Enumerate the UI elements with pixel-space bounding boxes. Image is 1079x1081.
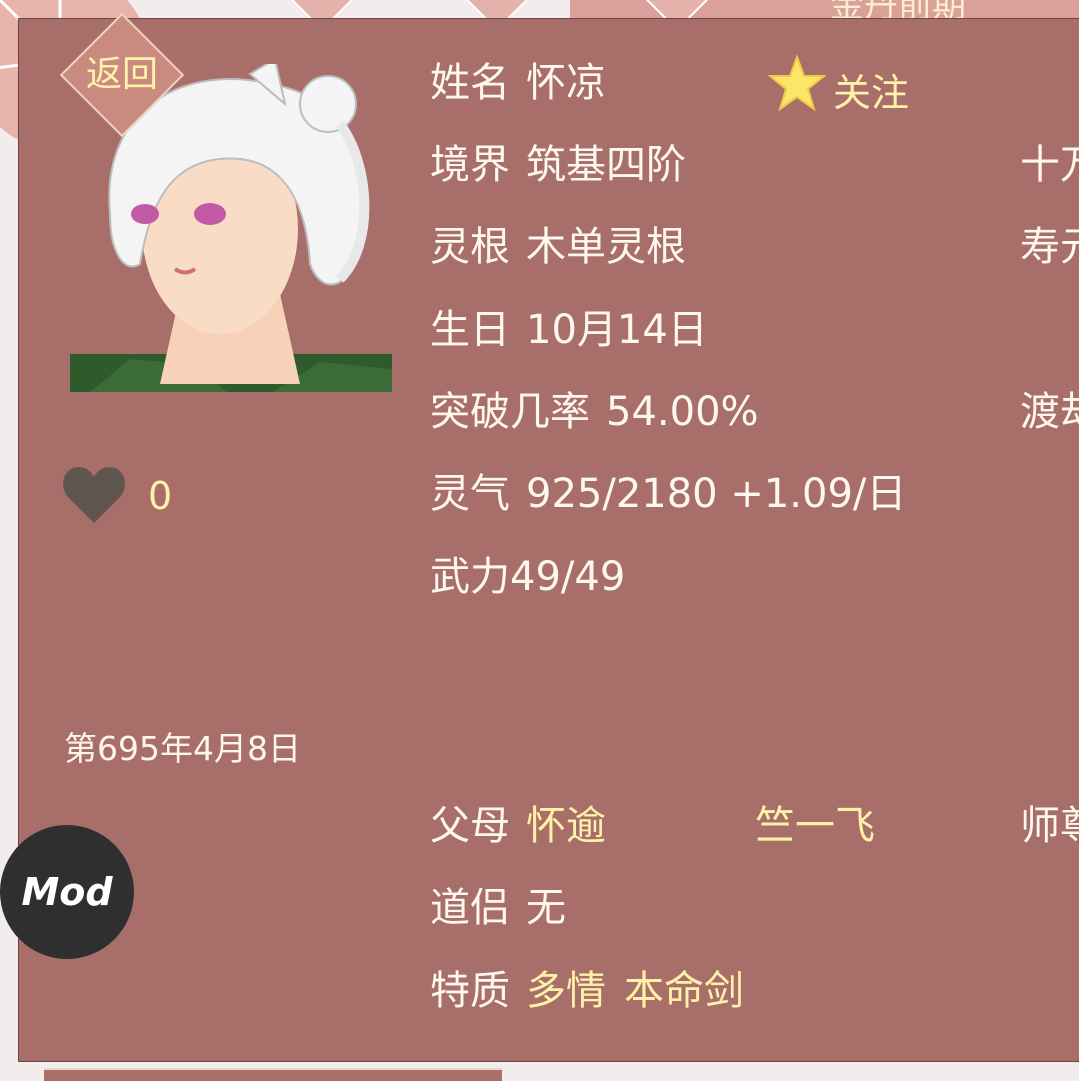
likes-count: 0: [148, 474, 173, 518]
qi-label: 灵气: [430, 471, 510, 517]
parent-link[interactable]: 竺一飞: [755, 802, 875, 850]
parents-label: 父母: [430, 803, 510, 849]
realm-value: 筑基四阶: [526, 142, 686, 188]
top-banner: [570, 0, 1079, 18]
force-row: 武力49/49: [430, 553, 625, 601]
partner-row: 道侣无: [430, 884, 566, 932]
right-col-label: 渡劫: [1020, 389, 1079, 435]
back-button[interactable]: 返回: [59, 12, 185, 138]
name-row: 姓名 怀凉: [430, 59, 606, 107]
birthday-row: 生日 10月14日: [430, 306, 708, 354]
root-label: 灵根: [430, 224, 510, 270]
parents-row: 父母 怀逾: [430, 802, 606, 850]
bottom-panel-edge: [44, 1068, 502, 1081]
heart-icon[interactable]: [62, 465, 126, 525]
traits-label: 特质: [430, 968, 510, 1014]
qi-row: 灵气 925/2180 +1.09/日: [430, 470, 906, 518]
follow-button[interactable]: 关注: [833, 62, 909, 117]
birthday-value: 10月14日: [526, 307, 708, 353]
breakthrough-label: 突破几率: [430, 389, 590, 435]
root-value: 木单灵根: [526, 224, 686, 270]
name-label: 姓名: [430, 60, 510, 106]
breakthrough-row: 突破几率 54.00%: [430, 388, 759, 436]
realm-row: 境界 筑基四阶: [430, 141, 686, 189]
back-button-label: 返回: [85, 54, 158, 95]
partner-label: 道侣: [430, 885, 510, 931]
right-col-label: 师尊: [1020, 803, 1079, 849]
partner-value: 无: [526, 885, 566, 931]
trait-link[interactable]: 多情: [526, 968, 606, 1014]
game-date: 第695年4月8日: [64, 729, 301, 768]
realm-label: 境界: [430, 142, 510, 188]
name-value: 怀凉: [526, 60, 606, 106]
birthday-label: 生日: [430, 307, 510, 353]
traits-row: 特质 多情 本命剑: [430, 967, 744, 1015]
qi-value: 925/2180 +1.09/日: [526, 471, 907, 517]
root-row: 灵根 木单灵根: [430, 223, 686, 271]
star-icon[interactable]: [768, 55, 826, 113]
parent-link[interactable]: 怀逾: [526, 803, 606, 849]
force-value: 武力49/49: [430, 554, 626, 600]
mod-button[interactable]: Mod: [0, 825, 134, 959]
right-col-label: 十万: [1020, 142, 1079, 188]
breakthrough-value: 54.00%: [606, 389, 759, 435]
right-col-label: 寿元: [1020, 224, 1079, 270]
trait-link[interactable]: 本命剑: [624, 968, 744, 1014]
